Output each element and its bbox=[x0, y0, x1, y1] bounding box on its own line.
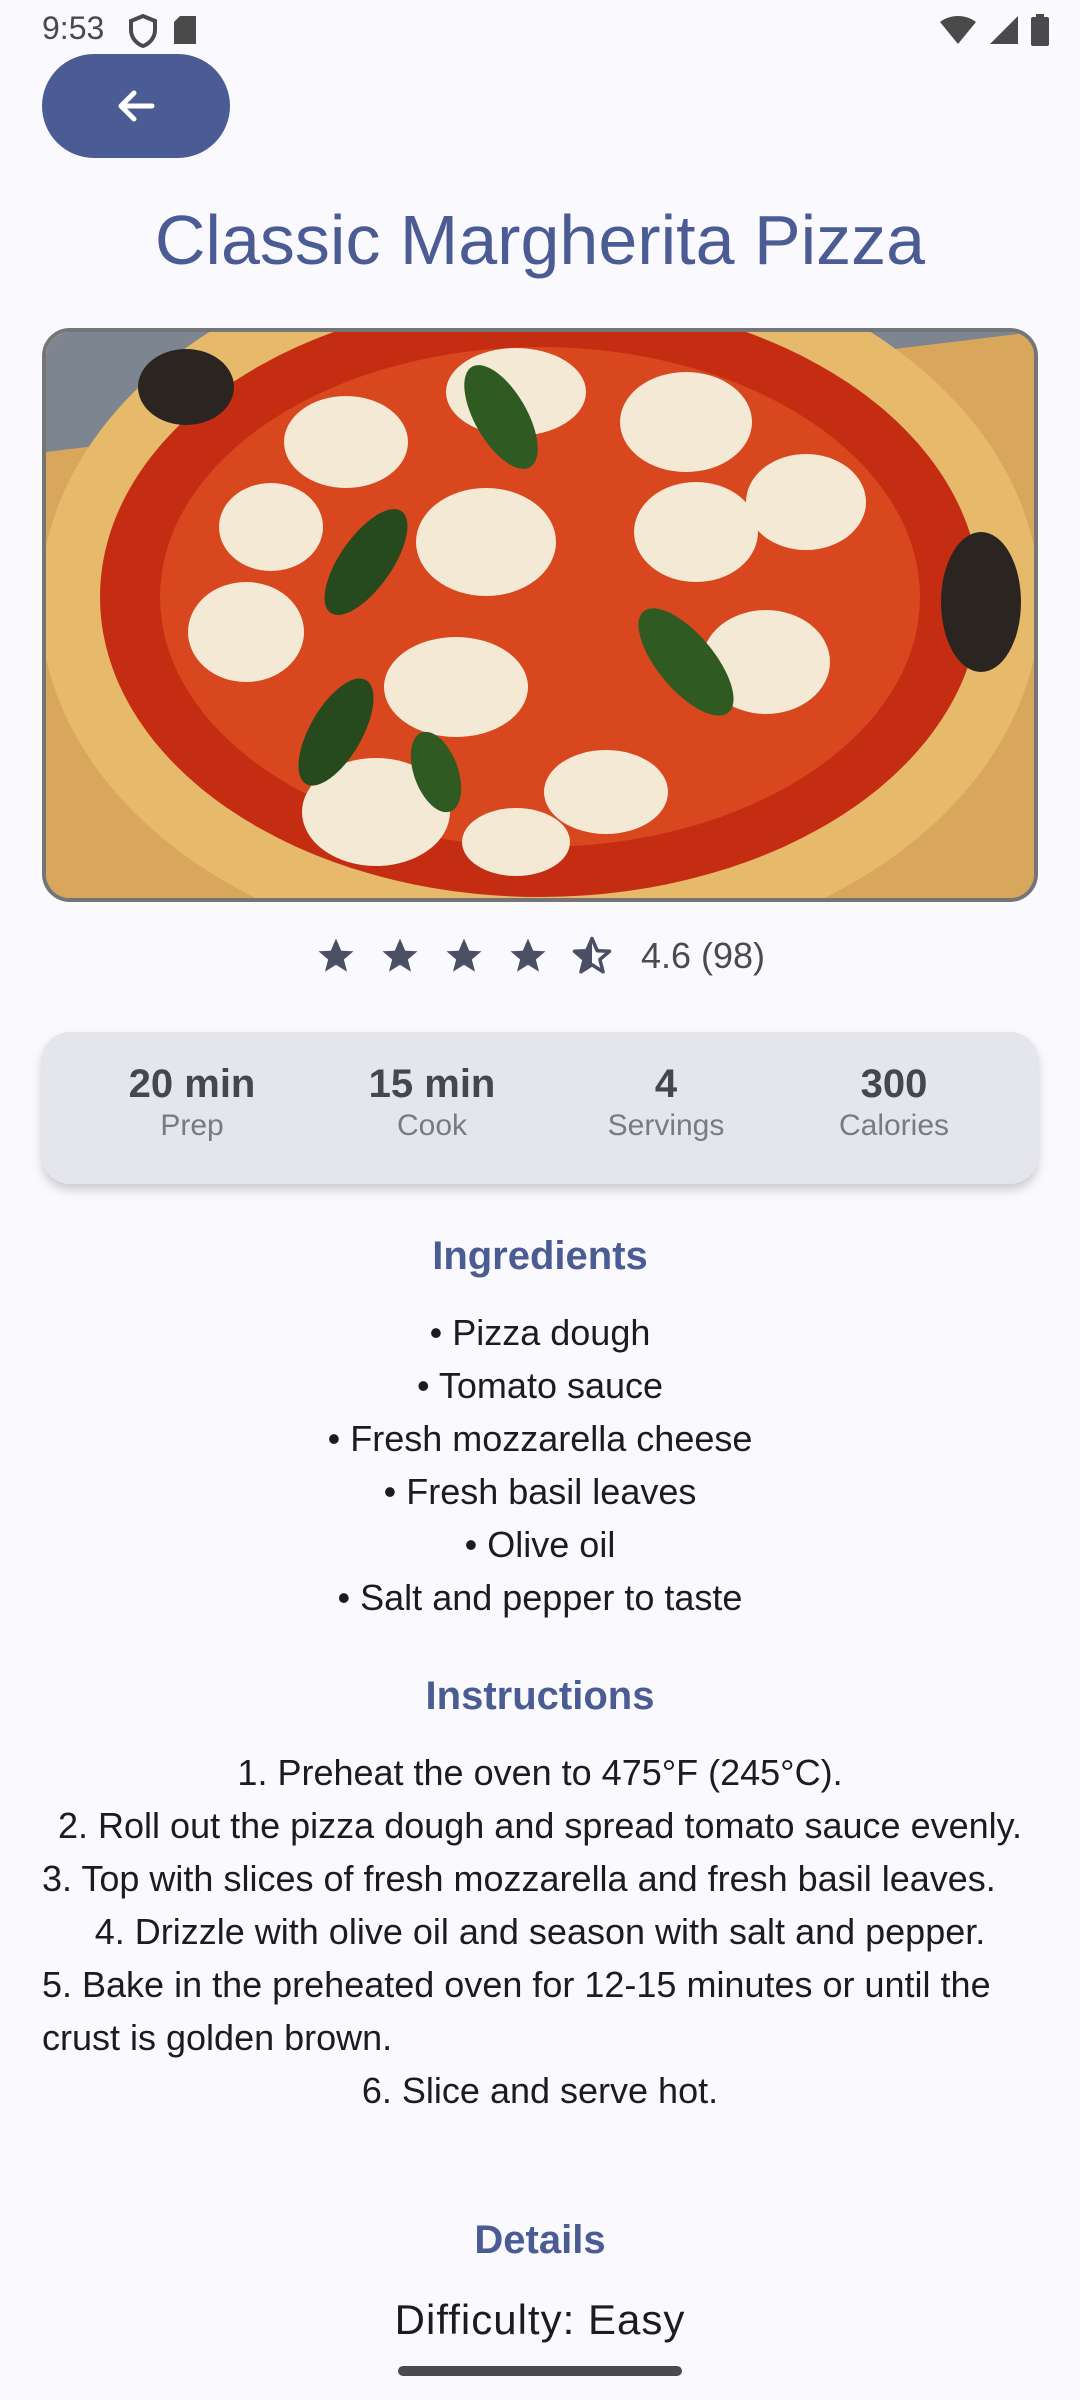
status-bar: 9:53 bbox=[0, 0, 1080, 62]
star-filled-icon bbox=[382, 938, 418, 972]
instruction-step: 1. Preheat the oven to 475°F (245°C). bbox=[237, 1752, 843, 1793]
stat-label: Cook bbox=[396, 1109, 468, 1142]
ingredients-heading: Ingredients bbox=[432, 1234, 648, 1278]
arrow-left-icon bbox=[118, 90, 155, 122]
rating-row: 4.6 (98) bbox=[0, 935, 1080, 977]
back-button[interactable] bbox=[42, 54, 230, 158]
rating-stars bbox=[315, 935, 613, 977]
instruction-step: 3. Top with slices of fresh mozzarella a… bbox=[42, 1858, 996, 1899]
stat-value: 4 bbox=[654, 1062, 678, 1106]
ingredient-item: • Fresh basil leaves bbox=[383, 1471, 697, 1512]
battery-icon bbox=[1031, 14, 1049, 46]
pizza-illustration bbox=[46, 332, 1034, 898]
stat-value: 15 min bbox=[368, 1062, 496, 1106]
shield-icon bbox=[129, 14, 157, 48]
stat-value: 20 min bbox=[128, 1062, 256, 1106]
star-filled-icon bbox=[446, 938, 482, 972]
difficulty-text: Difficulty: Easy bbox=[394, 2296, 686, 2343]
star-filled-icon bbox=[510, 938, 546, 972]
page-title: Classic Margherita Pizza bbox=[154, 201, 926, 279]
status-time: 9:53 bbox=[42, 10, 105, 46]
stat-label: Calories bbox=[838, 1109, 950, 1142]
home-indicator[interactable] bbox=[398, 2366, 682, 2376]
stat-label: Servings bbox=[607, 1109, 725, 1142]
ingredient-item: • Salt and pepper to taste bbox=[337, 1577, 743, 1618]
instruction-step: 6. Slice and serve hot. bbox=[361, 2070, 719, 2111]
ingredient-item: • Fresh mozzarella cheese bbox=[327, 1418, 753, 1459]
stat-label: Prep bbox=[160, 1109, 224, 1142]
star-half-icon bbox=[572, 936, 612, 974]
instruction-step: 2. Roll out the pizza dough and spread t… bbox=[58, 1805, 1022, 1846]
stat-calories: 300 Calories bbox=[794, 1062, 994, 1146]
rating-text: 4.6 (98) bbox=[640, 935, 766, 976]
instruction-step: 4. Drizzle with olive oil and season wit… bbox=[94, 1911, 986, 1952]
sd-card-icon bbox=[174, 16, 196, 44]
stats-card: 20 min Prep 15 min Cook 4 Servings 300 C… bbox=[42, 1032, 1038, 1184]
star-filled-icon bbox=[318, 938, 354, 972]
stat-cook: 15 min Cook bbox=[332, 1062, 532, 1146]
stat-servings: 4 Servings bbox=[566, 1062, 766, 1146]
stat-prep: 20 min Prep bbox=[92, 1062, 292, 1146]
ingredient-item: • Olive oil bbox=[464, 1524, 616, 1565]
ingredients-list: • Pizza dough • Tomato sauce • Fresh moz… bbox=[0, 1306, 1080, 1624]
stat-value: 300 bbox=[860, 1062, 928, 1106]
instruction-step: 5. Bake in the preheated oven for 12-15 … bbox=[42, 1964, 991, 2058]
wifi-icon bbox=[940, 16, 976, 44]
ingredient-item: • Tomato sauce bbox=[416, 1365, 664, 1406]
details-heading: Details bbox=[474, 2218, 606, 2262]
ingredient-item: • Pizza dough bbox=[429, 1312, 651, 1353]
recipe-image bbox=[42, 328, 1038, 902]
instructions-list: 1. Preheat the oven to 475°F (245°C). 2.… bbox=[42, 1746, 1038, 2117]
instructions-heading: Instructions bbox=[425, 1674, 655, 1718]
signal-icon bbox=[990, 16, 1018, 44]
